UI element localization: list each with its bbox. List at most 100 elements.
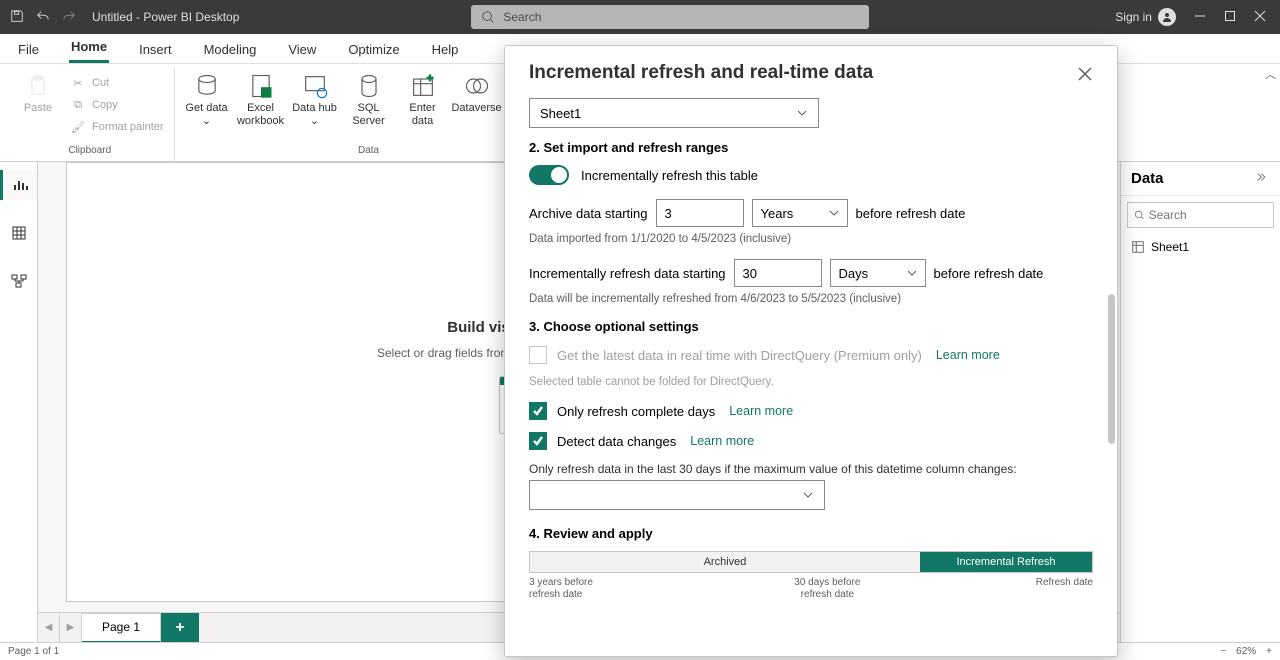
view-switcher (0, 162, 38, 642)
sign-in-button[interactable]: Sign in (1115, 8, 1176, 26)
redo-icon[interactable] (62, 9, 76, 26)
realtime-checkbox (529, 346, 547, 364)
report-view-button[interactable] (0, 170, 37, 200)
incremental-suffix: before refresh date (934, 266, 1044, 281)
table-select[interactable]: Sheet1 (529, 98, 819, 128)
timeline-label-start: 3 years before refresh date (529, 577, 619, 601)
undo-icon[interactable] (36, 9, 50, 26)
tab-file[interactable]: File (16, 36, 41, 63)
paste-button: Paste (12, 70, 64, 138)
chevron-down-icon (907, 268, 917, 278)
data-view-button[interactable] (0, 218, 37, 248)
incremental-refresh-dialog: Incremental refresh and real-time data S… (504, 45, 1118, 657)
sign-in-label: Sign in (1115, 10, 1152, 24)
excel-workbook-button[interactable]: Excel workbook (235, 70, 287, 142)
dataverse-button[interactable]: Dataverse (451, 70, 503, 142)
format-painter-button: 🖌 Format painter (66, 116, 168, 138)
expand-pane-icon[interactable] (1256, 170, 1270, 188)
zoom-level: 62% (1236, 646, 1256, 657)
tab-help[interactable]: Help (430, 36, 461, 63)
brush-icon: 🖌 (70, 119, 86, 135)
table-node-sheet1[interactable]: Sheet1 (1121, 234, 1280, 260)
group-label-clipboard: Clipboard (68, 143, 111, 159)
detect-column-select[interactable] (529, 480, 825, 510)
ribbon-group-clipboard: Paste ✂Cut ⧉Copy 🖌Format painter Clipboa… (6, 68, 175, 161)
get-data-button[interactable]: Get data ⌄ (181, 70, 233, 142)
tab-insert[interactable]: Insert (137, 36, 174, 63)
data-pane-search[interactable] (1127, 202, 1274, 228)
timeline-segment-incremental: Incremental Refresh (920, 552, 1092, 572)
close-window-icon[interactable] (1254, 10, 1266, 25)
toggle-label: Incrementally refresh this table (581, 168, 758, 183)
titlebar: Untitled - Power BI Desktop Search Sign … (0, 0, 1280, 34)
dataverse-icon (463, 72, 491, 100)
detect-changes-label: Detect data changes (557, 434, 676, 449)
clipboard-icon (24, 72, 52, 100)
page-next-button[interactable]: ▶ (60, 613, 82, 642)
search-placeholder: Search (503, 10, 541, 24)
copy-label: Copy (92, 99, 118, 111)
incremental-refresh-toggle[interactable] (529, 165, 569, 185)
paste-label: Paste (24, 102, 52, 115)
page-tab-1[interactable]: Page 1 (82, 613, 161, 643)
data-search-input[interactable] (1149, 208, 1267, 222)
data-pane-title: Data (1131, 170, 1164, 187)
incremental-amount-input[interactable] (734, 259, 822, 287)
save-icon[interactable] (10, 9, 24, 26)
dialog-close-button[interactable] (1073, 62, 1097, 86)
model-view-button[interactable] (0, 266, 37, 296)
sql-icon (355, 72, 383, 100)
copy-button: ⧉Copy (66, 94, 168, 116)
user-icon (1158, 8, 1176, 26)
enter-data-button[interactable]: Enter data (397, 70, 449, 142)
page-prev-button[interactable]: ◀ (38, 613, 60, 642)
collapse-ribbon-icon[interactable]: ︿ (1265, 66, 1276, 82)
refresh-timeline: Archived Incremental Refresh 3 years bef… (529, 551, 1093, 601)
archive-unit-select[interactable]: Years (752, 199, 848, 227)
maximize-icon[interactable] (1224, 10, 1236, 25)
dialog-scrollbar[interactable] (1108, 294, 1115, 444)
document-title: Untitled - Power BI Desktop (92, 10, 239, 24)
tab-optimize[interactable]: Optimize (346, 36, 401, 63)
excel-label: Excel workbook (237, 102, 285, 127)
zoom-in-button[interactable]: + (1266, 646, 1272, 657)
sql-server-button[interactable]: SQL Server (343, 70, 395, 142)
realtime-learn-more-link[interactable]: Learn more (936, 348, 1000, 362)
archive-amount-input[interactable] (656, 199, 744, 227)
tab-modeling[interactable]: Modeling (202, 36, 259, 63)
data-hub-label: Data hub ⌄ (291, 102, 339, 127)
group-label-data: Data (358, 143, 379, 159)
timeline-segment-archived: Archived (530, 552, 920, 572)
timeline-label-end: Refresh date (1036, 577, 1093, 601)
database-icon (193, 72, 221, 100)
complete-days-learn-more-link[interactable]: Learn more (729, 404, 793, 418)
format-painter-label: Format painter (92, 121, 164, 133)
hub-icon (301, 72, 329, 100)
detect-changes-learn-more-link[interactable]: Learn more (690, 434, 754, 448)
tab-view[interactable]: View (286, 36, 318, 63)
complete-days-checkbox[interactable] (529, 402, 547, 420)
section-3-title: 3. Choose optional settings (529, 319, 1093, 334)
excel-icon (247, 72, 275, 100)
status-page-indicator: Page 1 of 1 (8, 646, 59, 657)
archive-prefix: Archive data starting (529, 206, 648, 221)
detect-changes-checkbox[interactable] (529, 432, 547, 450)
chevron-down-icon (802, 489, 814, 501)
minimize-icon[interactable] (1194, 10, 1206, 25)
chevron-down-icon (829, 208, 839, 218)
incremental-unit-select[interactable]: Days (830, 259, 926, 287)
incremental-range-hint: Data will be incrementally refreshed fro… (529, 293, 1093, 305)
section-4-title: 4. Review and apply (529, 526, 1093, 541)
enter-data-label: Enter data (399, 102, 447, 127)
table-plus-icon (409, 72, 437, 100)
data-hub-button[interactable]: Data hub ⌄ (289, 70, 341, 142)
complete-days-label: Only refresh complete days (557, 404, 715, 419)
archive-range-hint: Data imported from 1/1/2020 to 4/5/2023 … (529, 233, 1093, 245)
detect-column-hint: Only refresh data in the last 30 days if… (529, 462, 1093, 476)
data-pane: Data Sheet1 (1120, 162, 1280, 642)
zoom-out-button[interactable]: − (1220, 646, 1226, 657)
add-page-button[interactable]: + (161, 613, 199, 643)
global-search[interactable]: Search (471, 5, 869, 29)
tab-home[interactable]: Home (69, 33, 109, 63)
realtime-disabled-hint: Selected table cannot be folded for Dire… (529, 376, 1093, 388)
